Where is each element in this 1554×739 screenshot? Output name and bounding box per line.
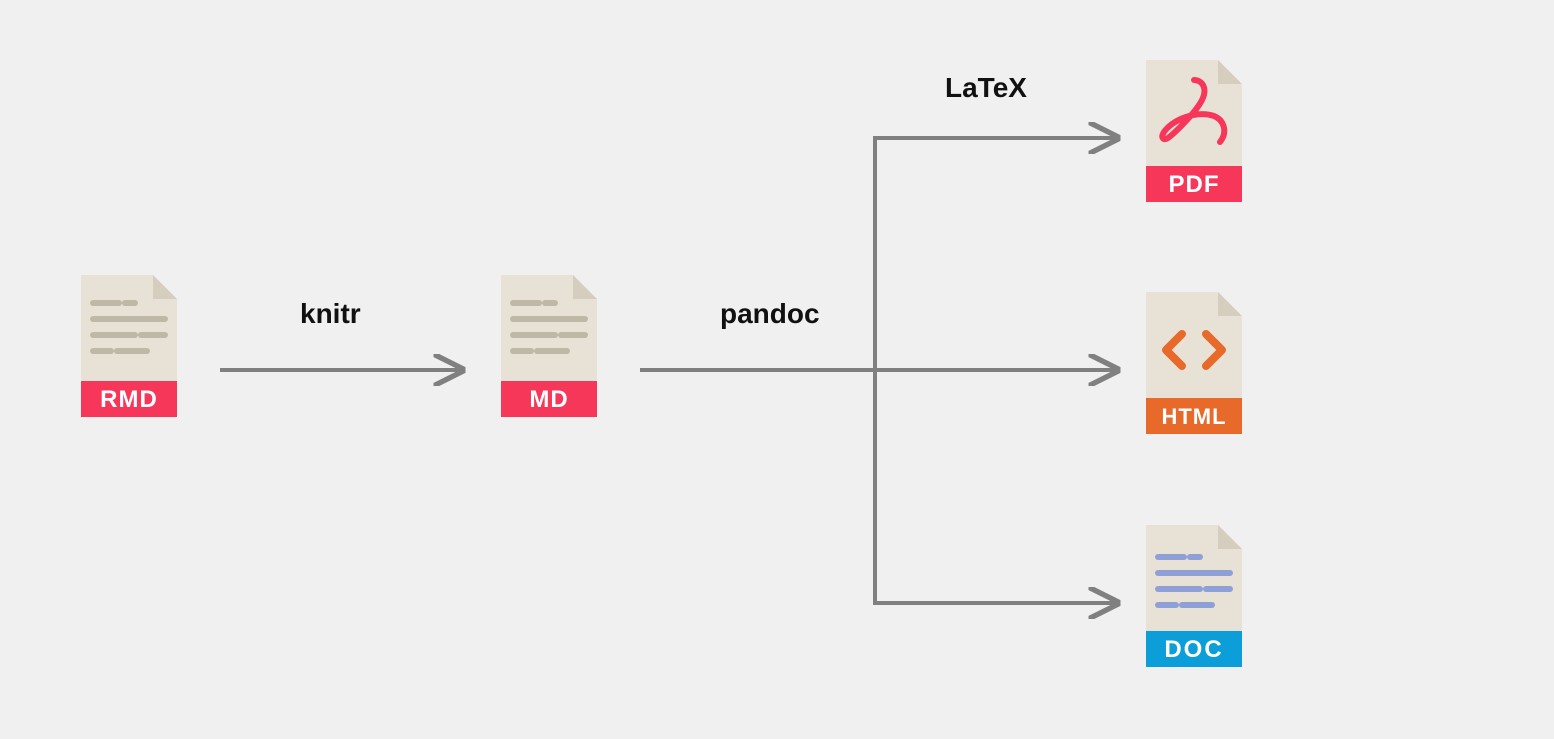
file-rmd-icon: RMD [75, 275, 183, 417]
svg-text:PDF: PDF [1169, 171, 1220, 198]
arrow-label-knitr: knitr [300, 298, 361, 330]
diagram-canvas: knitr pandoc LaTeX RMD [0, 0, 1554, 739]
file-doc-icon: DOC [1140, 525, 1248, 667]
svg-text:DOC: DOC [1164, 636, 1223, 663]
arrow-label-latex: LaTeX [945, 72, 1027, 104]
svg-text:HTML: HTML [1161, 404, 1226, 429]
svg-text:MD: MD [529, 386, 568, 413]
arrow-label-pandoc: pandoc [720, 298, 820, 330]
flow-arrows [0, 0, 1554, 739]
file-html-icon: HTML [1140, 292, 1248, 434]
file-pdf-icon: PDF [1140, 60, 1248, 202]
file-md-icon: MD [495, 275, 603, 417]
svg-text:RMD: RMD [100, 386, 158, 413]
